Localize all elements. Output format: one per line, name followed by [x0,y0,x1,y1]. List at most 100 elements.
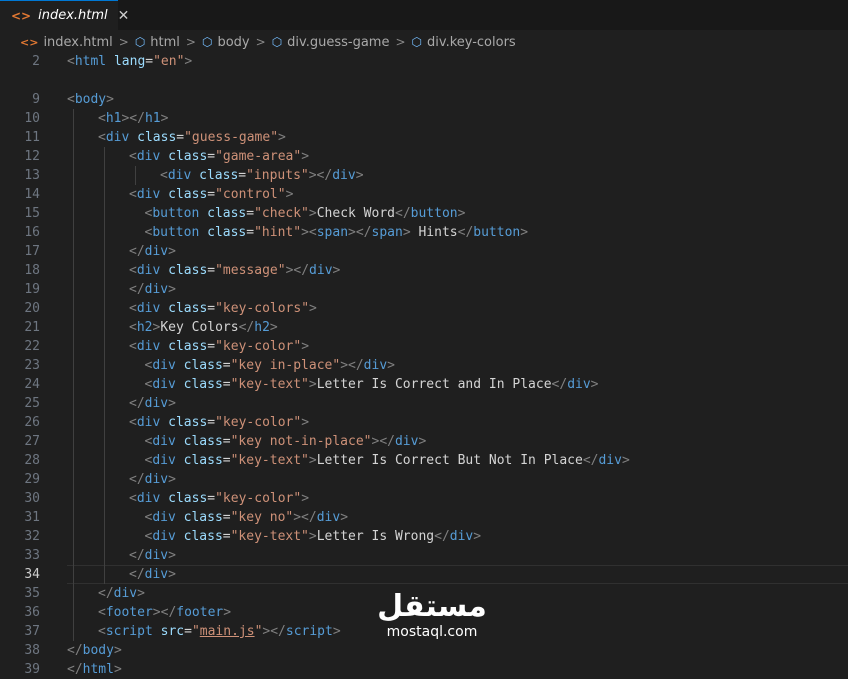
code-line[interactable]: 31 <div class="key no"></div> [0,508,848,527]
code-line[interactable]: 24 <div class="key-text">Letter Is Correc… [0,375,848,394]
line-number: 15 [24,206,40,221]
code-token: </ [457,225,474,240]
code-token: = [207,187,216,202]
line-number: 33 [24,548,40,563]
code-token: main.js [199,624,255,639]
code-editor[interactable]: 2 <html lang="en"> 9 <body> 10 <h1></h1> 11 <di… [0,52,848,677]
code-line[interactable]: 17 </div> [0,242,848,261]
code-text: <button class="check">Check Word</button… [145,204,466,223]
code-token: > [168,472,176,487]
indent-guide [73,109,74,128]
breadcrumb-item-html[interactable]: ⬡ html [135,35,180,50]
code-line[interactable]: 12 <div class="game-area"> [0,147,848,166]
indent-guide [73,166,74,185]
code-token: "en" [153,54,185,69]
chevron-right-icon: > [255,35,266,49]
code-line[interactable]: 13 <div class="inputs"></div> [0,166,848,185]
code-token: </ [395,206,411,221]
line-number: 36 [24,605,40,620]
code-token: h1 [144,111,161,126]
code-token: > [113,643,122,658]
code-text: <div class="message"></div> [129,261,340,280]
code-token: class [207,225,247,240]
code-token: div [598,453,622,468]
code-line[interactable]: 25 </div> [0,394,848,413]
code-line[interactable]: 15 <button class="check">Check Word</butt… [0,204,848,223]
code-line[interactable]: 33 </div> [0,546,848,565]
code-token: ></ [262,624,286,639]
breadcrumb-label: body [217,34,250,50]
code-line[interactable]: 26 <div class="key-color"> [0,413,848,432]
code-line[interactable]: 10 <h1></h1> [0,109,848,128]
code-text: <div class="key-colors"> [129,299,317,318]
code-line[interactable]: 19 </div> [0,280,848,299]
code-text: <div class="key in-place"></div> [145,356,395,375]
tab-index-html[interactable]: <> index.html ✕ [0,0,129,30]
code-line[interactable]: 20 <div class="key-colors"> [0,299,848,318]
breadcrumb-item-file[interactable]: <> index.html [20,35,113,50]
indent-guide [104,451,105,470]
code-line[interactable]: 32 <div class="key-text">Letter Is Wrong<… [0,527,848,546]
code-text: </div> [129,546,176,565]
code-token: > [301,415,310,430]
code-line[interactable]: 30 <div class="key-color"> [0,489,848,508]
code-line[interactable]: 9 <body> [0,90,848,109]
code-token: "message" [215,263,286,278]
code-token: > [387,358,395,373]
code-line[interactable]: 34 </div> [0,565,848,584]
code-line[interactable] [0,71,848,90]
code-token: div [394,434,419,449]
code-text: </body> [67,641,122,660]
code-token: > [168,548,176,563]
line-number: 10 [24,111,40,126]
code-line[interactable]: 21 <h2>Key Colors</h2> [0,318,848,337]
code-token: > [590,377,599,392]
code-line[interactable]: 22 <div class="key-color"> [0,337,848,356]
code-token: = [238,168,247,183]
code-line[interactable]: 23 <div class="key in-place"></div> [0,356,848,375]
code-line[interactable]: 2 <html lang="en"> [0,52,848,71]
close-icon[interactable]: ✕ [118,8,130,24]
code-line[interactable]: 14 <div class="control"> [0,185,848,204]
breadcrumb-item-key-colors[interactable]: ⬡ div.key-colors [412,35,516,50]
code-text: </html> [67,660,122,679]
code-token: < [98,111,106,126]
code-token: "key in-place" [230,358,341,373]
line-number: 32 [24,529,40,544]
code-token: = [222,434,231,449]
code-token: "check" [254,206,309,221]
indent-guide [73,337,74,356]
line-number: 35 [24,586,40,601]
indent-guide [104,166,105,185]
code-token: = [222,529,231,544]
code-line[interactable]: 27 <div class="key not-in-place"></div> [0,432,848,451]
indent-guide [104,470,105,489]
code-token: div [136,187,161,202]
code-token: > [355,168,364,183]
indent-guide [73,470,74,489]
code-line[interactable]: 18 <div class="message"></div> [0,261,848,280]
code-token: Check Word [316,206,395,221]
code-token: </ [129,396,145,411]
breadcrumb-item-guess-game[interactable]: ⬡ div.guess-game [272,35,390,50]
code-token: = [145,54,154,69]
code-line[interactable]: 16 <button class="hint"><span></span> Hin… [0,223,848,242]
breadcrumb-item-body[interactable]: ⬡ body [202,35,250,50]
code-line[interactable]: 11 <div class="guess-game"> [0,128,848,147]
line-number: 21 [24,320,40,335]
code-token: lang [113,54,146,69]
indent-guide [73,299,74,318]
code-token: < [67,54,75,69]
code-token: > [457,206,466,221]
line-number: 27 [24,434,40,449]
indent-guide [73,432,74,451]
code-line[interactable]: 29 </div> [0,470,848,489]
indent-guide [104,204,105,223]
code-token: "key-color" [215,339,302,354]
code-line[interactable]: 39 </html> [0,660,848,679]
code-line[interactable]: 28 <div class="key-text">Letter Is Correc… [0,451,848,470]
